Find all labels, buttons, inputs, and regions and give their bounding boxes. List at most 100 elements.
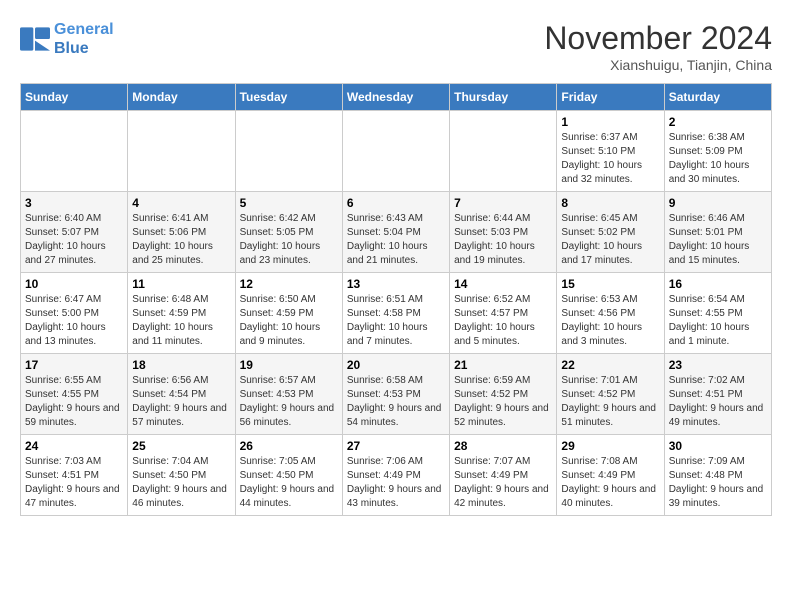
day-info: Sunrise: 7:09 AM Sunset: 4:48 PM Dayligh… xyxy=(669,455,767,511)
day-info: Sunrise: 6:44 AM Sunset: 5:03 PM Dayligh… xyxy=(454,212,552,268)
day-info: Sunrise: 6:41 AM Sunset: 5:06 PM Dayligh… xyxy=(132,212,230,268)
day-number: 19 xyxy=(240,358,338,372)
day-number: 2 xyxy=(669,115,767,129)
day-number: 16 xyxy=(669,277,767,291)
day-number: 30 xyxy=(669,439,767,453)
day-number: 7 xyxy=(454,196,552,210)
page-header: General Blue November 2024 Xianshuigu, T… xyxy=(20,20,772,73)
calendar-cell: 8 Sunrise: 6:45 AM Sunset: 5:02 PM Daylig… xyxy=(557,192,664,273)
day-info: Sunrise: 7:01 AM Sunset: 4:52 PM Dayligh… xyxy=(561,374,659,430)
calendar-cell: 9 Sunrise: 6:46 AM Sunset: 5:01 PM Daylig… xyxy=(664,192,771,273)
calendar-cell xyxy=(342,111,449,192)
title-block: November 2024 Xianshuigu, Tianjin, China xyxy=(544,20,772,73)
month-title: November 2024 xyxy=(544,20,772,57)
day-number: 25 xyxy=(132,439,230,453)
calendar-cell: 26 Sunrise: 7:05 AM Sunset: 4:50 PM Dayli… xyxy=(235,435,342,516)
calendar-week-row: 17 Sunrise: 6:55 AM Sunset: 4:55 PM Dayli… xyxy=(21,354,772,435)
day-info: Sunrise: 6:52 AM Sunset: 4:57 PM Dayligh… xyxy=(454,293,552,349)
day-info: Sunrise: 6:42 AM Sunset: 5:05 PM Dayligh… xyxy=(240,212,338,268)
calendar-cell: 7 Sunrise: 6:44 AM Sunset: 5:03 PM Daylig… xyxy=(450,192,557,273)
logo-line2: Blue xyxy=(54,40,89,57)
calendar-cell: 18Sunrise: 6:56 AM Sunset: 4:54 PM Dayli… xyxy=(128,354,235,435)
calendar-cell xyxy=(21,111,128,192)
calendar-cell: 17 Sunrise: 6:55 AM Sunset: 4:55 PM Dayli… xyxy=(21,354,128,435)
day-info: Sunrise: 7:03 AM Sunset: 4:51 PM Dayligh… xyxy=(25,455,123,511)
day-number: 17 xyxy=(25,358,123,372)
calendar-cell: 3 Sunrise: 6:40 AM Sunset: 5:07 PM Daylig… xyxy=(21,192,128,273)
day-info: Sunrise: 7:08 AM Sunset: 4:49 PM Dayligh… xyxy=(561,455,659,511)
day-info: Sunrise: 6:55 AM Sunset: 4:55 PM Dayligh… xyxy=(25,374,123,430)
calendar-cell xyxy=(235,111,342,192)
day-info: Sunrise: 6:57 AM Sunset: 4:53 PM Dayligh… xyxy=(240,374,338,430)
day-number: 1 xyxy=(561,115,659,129)
calendar-week-row: 24 Sunrise: 7:03 AM Sunset: 4:51 PM Dayli… xyxy=(21,435,772,516)
day-number: 22 xyxy=(561,358,659,372)
day-number: 4 xyxy=(132,196,230,210)
calendar-cell: 28 Sunrise: 7:07 AM Sunset: 4:49 PM Dayli… xyxy=(450,435,557,516)
day-info: Sunrise: 6:48 AM Sunset: 4:59 PM Dayligh… xyxy=(132,293,230,349)
day-number: 20 xyxy=(347,358,445,372)
calendar-cell: 25 Sunrise: 7:04 AM Sunset: 4:50 PM Dayli… xyxy=(128,435,235,516)
day-number: 10 xyxy=(25,277,123,291)
logo-icon xyxy=(20,27,50,51)
day-number: 26 xyxy=(240,439,338,453)
calendar-cell: 27Sunrise: 7:06 AM Sunset: 4:49 PM Dayli… xyxy=(342,435,449,516)
day-info: Sunrise: 7:04 AM Sunset: 4:50 PM Dayligh… xyxy=(132,455,230,511)
day-info: Sunrise: 6:59 AM Sunset: 4:52 PM Dayligh… xyxy=(454,374,552,430)
day-number: 6 xyxy=(347,196,445,210)
day-number: 14 xyxy=(454,277,552,291)
logo-text: General Blue xyxy=(54,20,114,58)
day-info: Sunrise: 6:51 AM Sunset: 4:58 PM Dayligh… xyxy=(347,293,445,349)
calendar-cell: 21 Sunrise: 6:59 AM Sunset: 4:52 PM Dayli… xyxy=(450,354,557,435)
day-info: Sunrise: 6:43 AM Sunset: 5:04 PM Dayligh… xyxy=(347,212,445,268)
day-number: 3 xyxy=(25,196,123,210)
calendar-cell xyxy=(128,111,235,192)
calendar-cell: 30 Sunrise: 7:09 AM Sunset: 4:48 PM Dayli… xyxy=(664,435,771,516)
day-info: Sunrise: 6:47 AM Sunset: 5:00 PM Dayligh… xyxy=(25,293,123,349)
day-number: 12 xyxy=(240,277,338,291)
calendar-cell: 2Sunrise: 6:38 AM Sunset: 5:09 PM Daylig… xyxy=(664,111,771,192)
calendar-cell: 1 Sunrise: 6:37 AM Sunset: 5:10 PM Daylig… xyxy=(557,111,664,192)
calendar-cell: 19 Sunrise: 6:57 AM Sunset: 4:53 PM Dayli… xyxy=(235,354,342,435)
day-number: 23 xyxy=(669,358,767,372)
calendar-cell: 12 Sunrise: 6:50 AM Sunset: 4:59 PM Dayli… xyxy=(235,273,342,354)
weekday-header-monday: Monday xyxy=(128,84,235,111)
day-number: 11 xyxy=(132,277,230,291)
calendar-cell: 16 Sunrise: 6:54 AM Sunset: 4:55 PM Dayli… xyxy=(664,273,771,354)
day-number: 29 xyxy=(561,439,659,453)
day-info: Sunrise: 7:05 AM Sunset: 4:50 PM Dayligh… xyxy=(240,455,338,511)
day-number: 5 xyxy=(240,196,338,210)
day-info: Sunrise: 6:40 AM Sunset: 5:07 PM Dayligh… xyxy=(25,212,123,268)
day-number: 21 xyxy=(454,358,552,372)
calendar-cell: 24 Sunrise: 7:03 AM Sunset: 4:51 PM Dayli… xyxy=(21,435,128,516)
calendar-cell: 23Sunrise: 7:02 AM Sunset: 4:51 PM Dayli… xyxy=(664,354,771,435)
calendar-cell: 13 Sunrise: 6:51 AM Sunset: 4:58 PM Dayli… xyxy=(342,273,449,354)
day-info: Sunrise: 6:54 AM Sunset: 4:55 PM Dayligh… xyxy=(669,293,767,349)
day-info: Sunrise: 6:56 AM Sunset: 4:54 PM Dayligh… xyxy=(132,374,230,430)
calendar-cell: 15Sunrise: 6:53 AM Sunset: 4:56 PM Dayli… xyxy=(557,273,664,354)
calendar-week-row: 3 Sunrise: 6:40 AM Sunset: 5:07 PM Daylig… xyxy=(21,192,772,273)
calendar-cell: 20 Sunrise: 6:58 AM Sunset: 4:53 PM Dayli… xyxy=(342,354,449,435)
day-number: 8 xyxy=(561,196,659,210)
day-number: 28 xyxy=(454,439,552,453)
day-number: 9 xyxy=(669,196,767,210)
day-number: 15 xyxy=(561,277,659,291)
day-number: 24 xyxy=(25,439,123,453)
day-info: Sunrise: 6:50 AM Sunset: 4:59 PM Dayligh… xyxy=(240,293,338,349)
weekday-header-sunday: Sunday xyxy=(21,84,128,111)
calendar-cell: 29 Sunrise: 7:08 AM Sunset: 4:49 PM Dayli… xyxy=(557,435,664,516)
weekday-header-saturday: Saturday xyxy=(664,84,771,111)
day-number: 27 xyxy=(347,439,445,453)
day-info: Sunrise: 6:37 AM Sunset: 5:10 PM Dayligh… xyxy=(561,131,659,187)
calendar: SundayMondayTuesdayWednesdayThursdayFrid… xyxy=(20,83,772,516)
day-info: Sunrise: 6:46 AM Sunset: 5:01 PM Dayligh… xyxy=(669,212,767,268)
weekday-header-wednesday: Wednesday xyxy=(342,84,449,111)
day-info: Sunrise: 6:45 AM Sunset: 5:02 PM Dayligh… xyxy=(561,212,659,268)
day-info: Sunrise: 6:58 AM Sunset: 4:53 PM Dayligh… xyxy=(347,374,445,430)
day-number: 13 xyxy=(347,277,445,291)
calendar-cell: 10 Sunrise: 6:47 AM Sunset: 5:00 PM Dayli… xyxy=(21,273,128,354)
day-info: Sunrise: 7:07 AM Sunset: 4:49 PM Dayligh… xyxy=(454,455,552,511)
weekday-header-tuesday: Tuesday xyxy=(235,84,342,111)
logo-line1: General xyxy=(54,21,114,38)
calendar-week-row: 1 Sunrise: 6:37 AM Sunset: 5:10 PM Daylig… xyxy=(21,111,772,192)
